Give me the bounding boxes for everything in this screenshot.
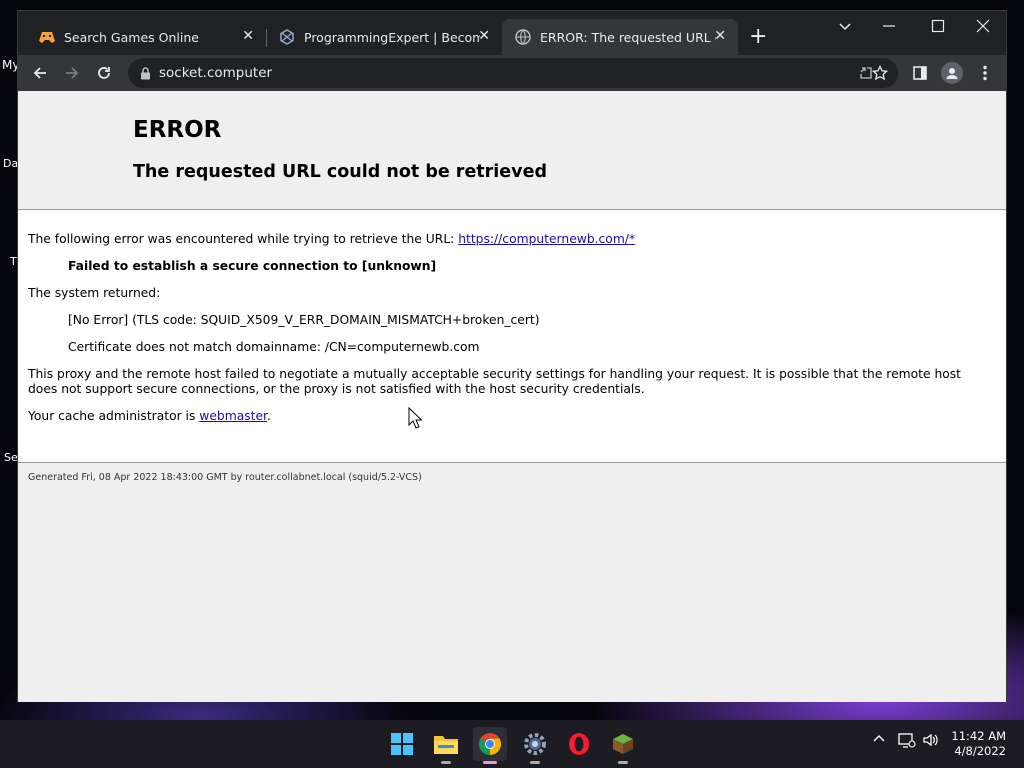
menu-kebab-icon[interactable] [974, 62, 996, 84]
admin-prefix: Your cache administrator is [28, 409, 200, 423]
active-indicator [483, 761, 497, 764]
close-icon[interactable]: ✕ [478, 28, 490, 44]
side-panel-icon[interactable] [909, 62, 931, 84]
clock-date: 4/8/2022 [954, 744, 1006, 758]
generated-info: Generated Fri, 08 Apr 2022 18:43:00 GMT … [28, 472, 422, 483]
system-returned-label: The system returned: [28, 286, 161, 300]
intro-label: The following error was encountered whil… [28, 232, 459, 246]
reload-button[interactable] [93, 62, 115, 84]
bookmark-star-icon[interactable] [869, 62, 891, 84]
tab-title: Search Games Online [64, 29, 199, 45]
explanation-text: This proxy and the remote host failed to… [28, 367, 961, 396]
system-clock[interactable]: 11:42 AM 4/8/2022 [951, 729, 1006, 759]
minecraft-icon[interactable] [606, 727, 640, 764]
opera-icon[interactable] [562, 727, 596, 761]
error-code-text: [No Error] (TLS code: SQUID_X509_V_ERR_D… [68, 313, 540, 327]
settings-icon[interactable] [518, 727, 552, 764]
close-window-button[interactable] [976, 19, 990, 37]
tab-error-active[interactable]: ERROR: The requested URL could ✕ [502, 19, 738, 55]
tab-programmingexpert[interactable]: ProgrammingExpert | Become A ✕ [266, 19, 502, 55]
close-icon[interactable]: ✕ [242, 28, 254, 44]
running-indicator [441, 761, 451, 764]
certificate-detail-text: Certificate does not match domainname: /… [68, 340, 480, 354]
maximize-button[interactable] [931, 19, 945, 37]
volume-icon[interactable] [922, 732, 940, 752]
browser-toolbar: socket.computer [18, 55, 1006, 91]
network-icon[interactable] [898, 732, 916, 752]
new-tab-button[interactable]: + [749, 26, 767, 48]
programmingexpert-icon [278, 28, 296, 46]
profile-avatar-icon[interactable] [941, 62, 963, 84]
tab-strip: Search Games Online ✕ ProgrammingExpert … [18, 11, 1006, 57]
page-content: ERROR The requested URL could not be ret… [18, 91, 1006, 702]
page-title: ERROR [133, 117, 222, 143]
address-bar[interactable]: socket.computer [128, 58, 898, 88]
admin-suffix: . [266, 409, 271, 423]
page-subtitle: The requested URL could not be retrieved [133, 162, 547, 182]
url-text: socket.computer [159, 65, 273, 81]
error-header: ERROR The requested URL could not be ret… [18, 91, 1006, 210]
running-indicator [618, 761, 628, 764]
back-button[interactable] [29, 62, 51, 84]
clock-time: 11:42 AM [951, 729, 1006, 743]
minimize-button[interactable] [882, 19, 896, 37]
running-indicator [530, 761, 540, 764]
close-icon[interactable]: ✕ [714, 28, 726, 44]
gamepad-icon [38, 28, 56, 46]
intro-text: The following error was encountered whil… [28, 232, 635, 247]
requested-url-link[interactable]: https://computernewb.com/* [458, 232, 635, 246]
tab-title: ProgrammingExpert | Become A [304, 29, 480, 45]
webmaster-link[interactable]: webmaster [199, 409, 267, 423]
admin-text: Your cache administrator is webmaster. [28, 409, 271, 424]
tab-search-chevron-icon[interactable] [838, 19, 852, 37]
tab-title: ERROR: The requested URL could [540, 29, 716, 45]
desktop-icon-label[interactable]: Da [3, 157, 18, 170]
browser-window: Search Games Online ✕ ProgrammingExpert … [17, 10, 1007, 702]
taskbar: 11:42 AM 4/8/2022 [0, 720, 1024, 768]
tab-search-games[interactable]: Search Games Online ✕ [26, 19, 266, 55]
globe-icon [514, 28, 532, 46]
start-icon[interactable] [385, 727, 419, 761]
page-footer: Generated Fri, 08 Apr 2022 18:43:00 GMT … [18, 462, 1006, 702]
mouse-cursor-icon [408, 406, 423, 433]
desktop-icon-label[interactable]: T [10, 255, 17, 268]
chrome-icon[interactable] [473, 727, 507, 764]
lock-icon[interactable] [140, 66, 151, 80]
forward-button[interactable] [61, 62, 83, 84]
chevron-up-icon[interactable] [872, 732, 886, 750]
desktop-icon-label[interactable]: Se [4, 451, 18, 464]
file-explorer-icon[interactable] [429, 727, 463, 764]
failure-message: Failed to establish a secure connection … [68, 259, 437, 273]
